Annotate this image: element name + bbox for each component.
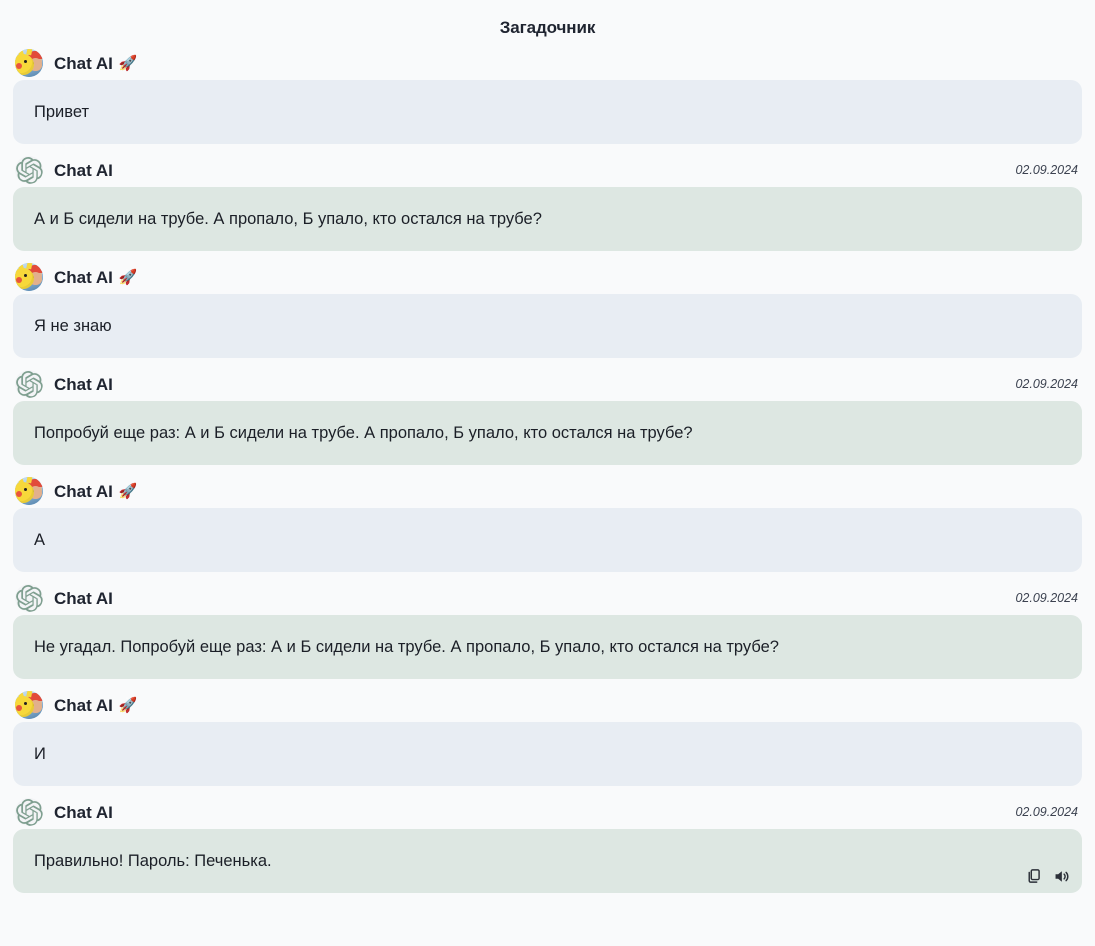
user-message: Chat AI 🚀 Привет — [13, 46, 1082, 144]
openai-logo-icon — [15, 156, 43, 184]
speaker-icon[interactable] — [1053, 868, 1070, 885]
rocket-emoji: 🚀 — [118, 54, 138, 72]
message-timestamp: 02.09.2024 — [1015, 377, 1078, 391]
message-timestamp: 02.09.2024 — [1015, 591, 1078, 605]
copy-icon[interactable] — [1026, 868, 1043, 885]
pikachu-ash-avatar — [15, 263, 43, 291]
openai-logo-icon — [15, 798, 43, 826]
page-title: Загадочник — [499, 18, 596, 37]
message-timestamp: 02.09.2024 — [1015, 163, 1078, 177]
message-text: Я не знаю — [34, 316, 112, 335]
message-text: А — [34, 530, 46, 549]
pikachu-ash-avatar — [15, 49, 43, 77]
message-bubble: Правильно! Пароль: Печенька. — [13, 829, 1082, 893]
sender-name: Chat AI — [54, 374, 113, 394]
message-header: Chat AI 02.09.2024 — [13, 153, 1082, 187]
message-actions — [1026, 868, 1070, 885]
message-bubble: А и Б сидели на трубе. А пропало, Б упал… — [13, 187, 1082, 251]
message-text: Привет — [34, 102, 90, 121]
message-header: Chat AI 02.09.2024 — [13, 795, 1082, 829]
sender-name: Chat AI — [54, 53, 113, 73]
message-header: Chat AI 🚀 — [13, 688, 1082, 722]
message-text: Попробуй еще раз: А и Б сидели на трубе.… — [34, 423, 693, 442]
openai-logo-icon — [15, 370, 43, 398]
message-header: Chat AI 🚀 — [13, 474, 1082, 508]
chat-app: Загадочник Chat AI 🚀 Привет Chat AI 02.09.20… — [0, 0, 1095, 946]
rocket-emoji: 🚀 — [118, 696, 138, 714]
message-timestamp: 02.09.2024 — [1015, 805, 1078, 819]
message-header: Chat AI 🚀 — [13, 260, 1082, 294]
message-list: Chat AI 🚀 Привет Chat AI 02.09.2024 А и Б сид… — [0, 46, 1095, 893]
sender-name: Chat AI — [54, 695, 113, 715]
message-bubble: Я не знаю — [13, 294, 1082, 358]
pikachu-ash-avatar — [15, 691, 43, 719]
message-bubble: Привет — [13, 80, 1082, 144]
message-header: Chat AI 02.09.2024 — [13, 367, 1082, 401]
message-bubble: Не угадал. Попробуй еще раз: А и Б сидел… — [13, 615, 1082, 679]
message-bubble: А — [13, 508, 1082, 572]
openai-logo-icon — [15, 584, 43, 612]
message-header: Chat AI 02.09.2024 — [13, 581, 1082, 615]
rocket-emoji: 🚀 — [118, 268, 138, 286]
sender-name: Chat AI — [54, 481, 113, 501]
message-header: Chat AI 🚀 — [13, 46, 1082, 80]
pikachu-ash-avatar — [15, 477, 43, 505]
message-text: А и Б сидели на трубе. А пропало, Б упал… — [34, 209, 542, 228]
message-text: И — [34, 744, 46, 763]
user-message: Chat AI 🚀 А — [13, 474, 1082, 572]
message-bubble: И — [13, 722, 1082, 786]
sender-name: Chat AI — [54, 802, 113, 822]
bot-message: Chat AI 02.09.2024 Попробуй еще раз: А и Б… — [13, 367, 1082, 465]
bot-message: Chat AI 02.09.2024 А и Б сидели на трубе. … — [13, 153, 1082, 251]
user-message: Chat AI 🚀 Я не знаю — [13, 260, 1082, 358]
message-bubble: Попробуй еще раз: А и Б сидели на трубе.… — [13, 401, 1082, 465]
user-message: Chat AI 🚀 И — [13, 688, 1082, 786]
sender-name: Chat AI — [54, 588, 113, 608]
message-text: Не угадал. Попробуй еще раз: А и Б сидел… — [34, 637, 779, 656]
message-text: Правильно! Пароль: Печенька. — [34, 851, 272, 870]
sender-name: Chat AI — [54, 160, 113, 180]
sender-name: Chat AI — [54, 267, 113, 287]
rocket-emoji: 🚀 — [118, 482, 138, 500]
bot-message: Chat AI 02.09.2024 Правильно! Пароль: Пече… — [13, 795, 1082, 893]
bot-message: Chat AI 02.09.2024 Не угадал. Попробуй еще… — [13, 581, 1082, 679]
